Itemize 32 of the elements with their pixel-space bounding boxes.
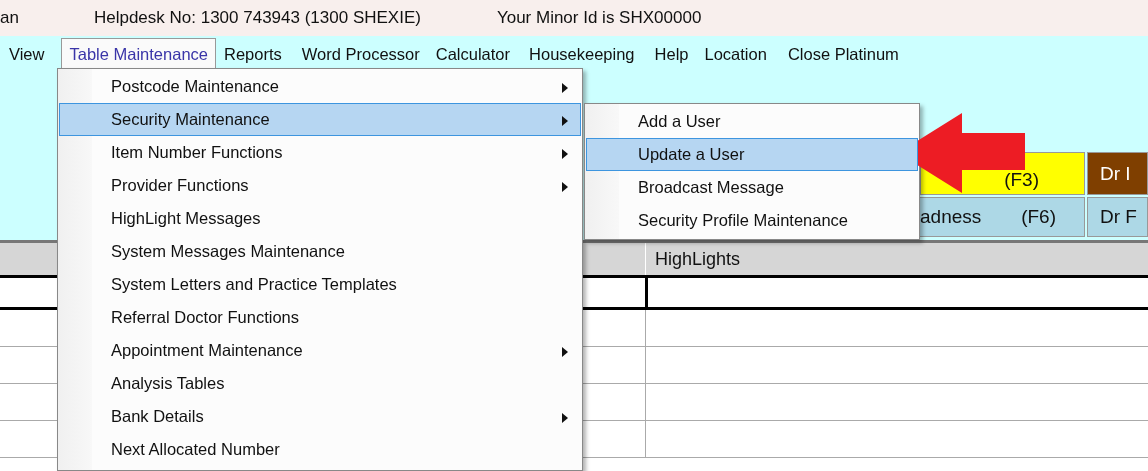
menu-bar-item[interactable]: Help — [646, 38, 697, 69]
menu-item[interactable]: Security Maintenance — [59, 103, 581, 136]
function-button[interactable]: Dr I — [1087, 152, 1148, 195]
menu-item[interactable]: Update a User — [586, 138, 918, 171]
menu-item[interactable]: Postcode Maintenance — [59, 70, 581, 103]
menu-item[interactable]: Item Number Functions — [59, 136, 581, 169]
menu-bar-item[interactable]: Table Maintenance — [61, 38, 216, 69]
header-text: Your Minor Id is SHX00000 — [496, 8, 702, 28]
menu-item[interactable]: Broadcast Message — [586, 171, 918, 204]
menu-item[interactable]: Provider Functions — [59, 169, 581, 202]
menu-bar-item[interactable]: Word Processor — [293, 38, 428, 69]
header-text: Helpdesk No: 1300 743943 (1300 SHEXIE) — [93, 8, 421, 28]
menu-bar-item[interactable]: View — [1, 38, 53, 69]
menu-item[interactable]: Referral Doctor Functions — [59, 301, 581, 334]
menu-item[interactable]: Bank Details — [59, 400, 581, 433]
menu-bar-item[interactable]: Close Platinum — [779, 38, 907, 69]
menu-bar-item[interactable]: Reports — [216, 38, 290, 69]
column-header[interactable]: HighLights — [645, 243, 1148, 275]
menu-item[interactable]: HighLight Messages — [59, 202, 581, 235]
menu-item[interactable]: Add a User — [586, 105, 918, 138]
function-button[interactable]: Dr F — [1087, 197, 1148, 237]
menu-bar-item[interactable]: Location — [696, 38, 775, 69]
header-text: an — [0, 8, 19, 28]
menu-item[interactable]: Security Profile Maintenance — [586, 204, 918, 237]
menu-item[interactable]: System Letters and Practice Templates — [59, 268, 581, 301]
menu-item[interactable]: Appointment Maintenance — [59, 334, 581, 367]
menu-bar-item[interactable]: Housekeeping — [521, 38, 643, 69]
menu-item[interactable]: Analysis Tables — [59, 367, 581, 400]
menu-item[interactable]: System Messages Maintenance — [59, 235, 581, 268]
function-button[interactable]: adness (F6) — [920, 197, 1085, 237]
menu-item[interactable]: Next Allocated Number — [59, 433, 581, 466]
menu-bar-item[interactable]: Calculator — [427, 38, 519, 69]
